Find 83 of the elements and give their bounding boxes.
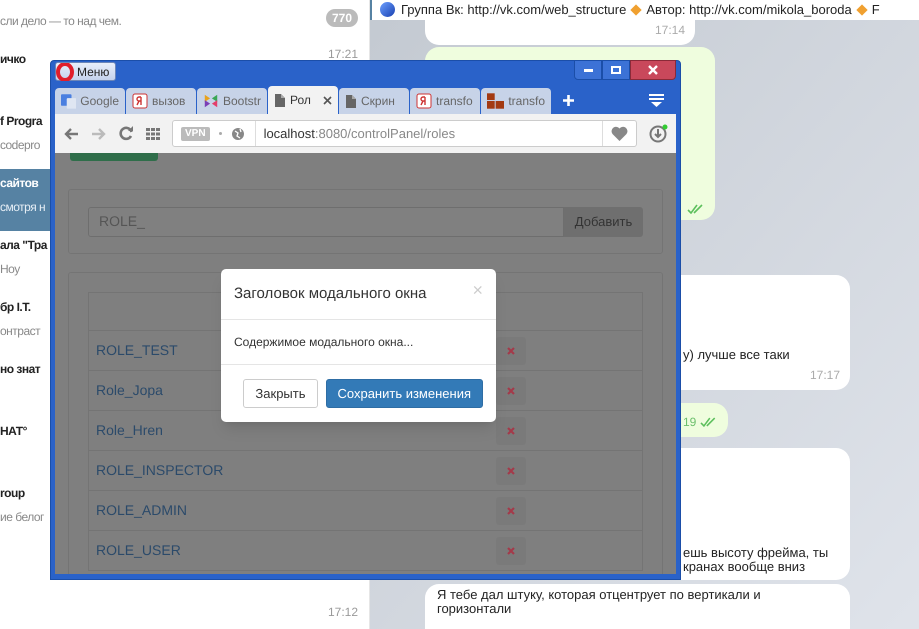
message-text: у) лучше все таки — [683, 348, 790, 362]
tab-title: Google — [80, 93, 119, 110]
message-text: горизонтали — [437, 602, 512, 616]
selected-chat-highlight[interactable] — [0, 169, 50, 231]
message-time: 17:14 — [654, 22, 685, 38]
chat-time: 17:12 — [328, 604, 358, 621]
delete-icon — [507, 546, 515, 554]
tab-title: transfo — [436, 93, 473, 110]
delete-icon — [507, 346, 515, 354]
chat-preview: смотря н — [0, 199, 46, 216]
menu-button[interactable]: Меню — [55, 62, 116, 81]
delete-icon — [507, 466, 515, 474]
delete-icon — [507, 426, 515, 434]
close-icon — [648, 65, 658, 75]
minimize-button[interactable] — [574, 60, 602, 80]
browser-tab[interactable]: transfo — [481, 88, 551, 114]
pinned-text: F — [872, 1, 880, 19]
add-button[interactable]: Добавить — [564, 206, 643, 236]
tab-title: Рол — [290, 92, 311, 109]
colorful-frame-icon — [203, 92, 219, 110]
google-icon — [61, 93, 76, 109]
message-text: Я тебе дал штуку, которая отцентрует по вертикали и — [437, 588, 761, 602]
page-icon — [274, 92, 286, 108]
chat-name[interactable]: f Progra — [0, 112, 42, 130]
tab-title: вызов — [152, 93, 186, 110]
tab-title: Bootstr — [222, 93, 261, 110]
modal-body-text: Содержимое модального окна... — [234, 334, 414, 351]
url-text: localhost:8080/controlPanel/roles — [264, 124, 456, 143]
address-field[interactable]: VPN localhost:8080/controlPanel/roles — [172, 120, 637, 147]
chat-name[interactable]: roup — [0, 484, 25, 502]
chat-preview: codepro — [0, 137, 40, 154]
back-icon[interactable] — [63, 126, 79, 140]
chat-name[interactable]: ичко — [0, 50, 26, 68]
download-icon[interactable] — [649, 124, 668, 143]
new-tab-icon[interactable] — [562, 94, 575, 107]
chat-name[interactable]: сайтов — [0, 174, 38, 192]
browser-tab[interactable]: Bootstr — [197, 88, 267, 114]
close-modal-button[interactable]: Закрыть — [243, 379, 318, 408]
message-time: 19 — [683, 414, 696, 430]
chat-preview: сли дело — то над чем. — [0, 13, 122, 30]
browser-tab[interactable]: вызов — [126, 88, 196, 114]
close-button[interactable] — [630, 60, 676, 80]
vpn-badge[interactable]: VPN — [181, 126, 210, 140]
dot-separator — [218, 132, 222, 135]
heart-icon[interactable] — [611, 126, 628, 141]
globe-icon[interactable] — [230, 126, 245, 140]
reload-icon[interactable] — [119, 126, 134, 141]
o-logo-icon — [56, 62, 74, 80]
yandex-icon — [132, 93, 148, 109]
browser-tab[interactable]: Скрин — [339, 88, 409, 114]
chat-preview: онтраст — [0, 323, 40, 340]
chat-preview: ие белог — [0, 509, 44, 526]
maximize-icon — [611, 66, 621, 74]
chat-name[interactable]: но знат — [0, 360, 40, 378]
globe-icon — [380, 2, 395, 18]
tab-title: transfo — [508, 93, 545, 110]
pinned-text: Группа Вк: http://vk.com/web_structure — [401, 1, 626, 19]
chat-time: 17:21 — [328, 46, 358, 63]
browser-tab[interactable]: transfo — [410, 88, 480, 114]
delete-icon — [507, 506, 515, 514]
browser-tab[interactable]: Google — [55, 88, 125, 114]
close-tab-icon[interactable] — [323, 96, 332, 104]
message-time: 17:17 — [810, 366, 840, 384]
message-text: ешь высоту фрейма, ты — [683, 546, 828, 560]
modal-title: Заголовок модального окна — [234, 284, 426, 304]
page-icon — [345, 94, 357, 108]
message-text: кранах вообще вниз — [683, 560, 806, 574]
pinned-text: Автор: http://vk.com/mikola_boroda — [646, 1, 852, 19]
chat-name[interactable]: ала "Тра — [0, 236, 47, 254]
delete-icon — [507, 386, 515, 394]
unread-count-badge: 770 — [326, 9, 358, 27]
tab-menu-icon[interactable] — [649, 94, 664, 107]
maximize-button[interactable] — [602, 60, 630, 80]
chat-name[interactable]: НАТ° — [0, 422, 27, 440]
blocks-icon — [487, 93, 504, 109]
tab-title: Скрин — [361, 93, 395, 110]
chat-name[interactable]: бр I.T. — [0, 298, 31, 316]
grid-icon[interactable] — [146, 128, 160, 140]
browser-tab[interactable]: Рол — [268, 86, 338, 114]
minimize-icon — [584, 68, 592, 72]
save-button[interactable]: Сохранить изменения — [326, 379, 483, 408]
yandex-icon — [416, 93, 432, 109]
chat-preview: Ноу — [0, 261, 20, 278]
